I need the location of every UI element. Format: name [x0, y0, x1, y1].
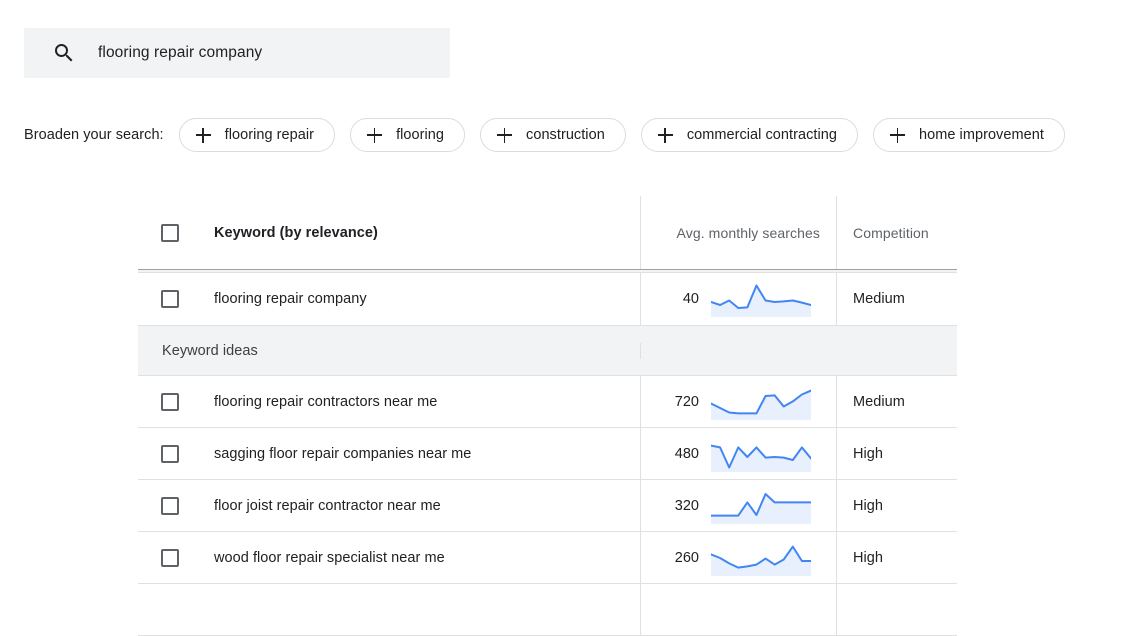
trend-sparkline: [711, 384, 811, 420]
chip-label: construction: [526, 127, 605, 143]
cell-avg-monthly-searches: 480: [641, 428, 837, 479]
table-row[interactable]: floor joist repair contractor near me 32…: [138, 480, 957, 532]
broaden-your-search: Broaden your search: flooring repair flo…: [24, 117, 1065, 153]
chip-label: commercial contracting: [686, 127, 837, 143]
trend-sparkline: [711, 281, 811, 317]
trend-sparkline: [711, 540, 811, 576]
cell-keyword: [138, 584, 641, 635]
plus-icon: [657, 127, 673, 143]
row-checkbox[interactable]: [161, 496, 179, 515]
keyword-text: sagging floor repair companies near me: [214, 445, 472, 462]
cell-avg-monthly-searches: [641, 584, 837, 635]
search-icon: [55, 44, 73, 62]
competition-value: High: [853, 497, 884, 514]
volume-value: 260: [674, 549, 699, 566]
volume-value: 40: [682, 291, 699, 307]
volume-value: 480: [674, 445, 699, 462]
header-label-keyword: Keyword (by relevance): [214, 224, 378, 241]
table-row-seed-keyword[interactable]: flooring repair company 40 Medium: [138, 273, 957, 325]
table-row[interactable]: sagging floor repair companies near me 4…: [138, 428, 957, 480]
cell-avg-monthly-searches: 320: [641, 480, 837, 531]
cell-keyword: flooring repair contractors near me: [138, 376, 641, 427]
keyword-text: flooring repair company: [214, 291, 367, 307]
cell-competition: [837, 584, 957, 635]
table-header-row: Keyword (by relevance) Avg. monthly sear…: [138, 196, 957, 269]
table-row-partial[interactable]: [138, 584, 957, 636]
search-input[interactable]: [98, 44, 428, 62]
header-label-volume: Avg. monthly searches: [676, 224, 820, 241]
chip-label: home improvement: [919, 127, 1044, 143]
row-checkbox[interactable]: [161, 290, 179, 308]
volume-value: 720: [674, 393, 699, 410]
cell-competition: High: [837, 532, 957, 583]
table-row[interactable]: flooring repair contractors near me 720 …: [138, 376, 957, 428]
cell-competition: Medium: [837, 273, 957, 325]
broaden-chip-home-improvement[interactable]: home improvement: [873, 118, 1065, 152]
cell-keyword: floor joist repair contractor near me: [138, 480, 641, 531]
header-cell-keyword: Keyword (by relevance): [138, 196, 641, 269]
section-cell-label: Keyword ideas: [138, 342, 641, 359]
row-checkbox[interactable]: [161, 392, 179, 411]
cell-keyword: sagging floor repair companies near me: [138, 428, 641, 479]
cell-avg-monthly-searches: 40: [641, 273, 837, 325]
cell-keyword: wood floor repair specialist near me: [138, 532, 641, 583]
competition-value: High: [853, 445, 884, 462]
header-cell-competition: Competition: [837, 196, 957, 269]
plus-icon: [497, 127, 513, 143]
trend-sparkline: [711, 488, 811, 524]
volume-value: 320: [674, 497, 699, 514]
cell-avg-monthly-searches: 260: [641, 532, 837, 583]
broaden-chip-construction[interactable]: construction: [480, 118, 626, 152]
broaden-chip-flooring-repair[interactable]: flooring repair: [178, 118, 336, 152]
keyword-text: wood floor repair specialist near me: [214, 549, 445, 566]
section-header-keyword-ideas: Keyword ideas: [138, 325, 957, 376]
row-checkbox[interactable]: [161, 548, 179, 567]
broaden-chip-flooring[interactable]: flooring: [350, 118, 466, 152]
plus-icon: [890, 127, 905, 143]
section-label: Keyword ideas: [162, 342, 258, 359]
search-bar[interactable]: [24, 28, 450, 78]
chip-label: flooring: [396, 127, 445, 143]
table-body: flooring repair company 40 Medium Keywor…: [138, 273, 957, 636]
broaden-chip-commercial-contracting[interactable]: commercial contracting: [640, 118, 858, 152]
plus-icon: [367, 127, 383, 143]
competition-value: High: [853, 549, 884, 566]
cell-keyword: flooring repair company: [138, 273, 641, 325]
header-cell-avg-monthly-searches: Avg. monthly searches: [641, 196, 837, 269]
keyword-text: floor joist repair contractor near me: [214, 497, 441, 514]
table-header: Keyword (by relevance) Avg. monthly sear…: [138, 196, 957, 273]
keyword-ideas-table: Keyword (by relevance) Avg. monthly sear…: [138, 196, 957, 636]
row-checkbox[interactable]: [161, 444, 179, 463]
trend-sparkline: [711, 436, 811, 472]
keyword-text: flooring repair contractors near me: [214, 393, 438, 410]
chip-label: flooring repair: [224, 127, 315, 143]
cell-competition: Medium: [837, 376, 957, 427]
select-all-checkbox[interactable]: [161, 223, 179, 242]
header-label-competition: Competition: [853, 224, 929, 241]
competition-value: Medium: [853, 291, 905, 307]
cell-competition: High: [837, 428, 957, 479]
cell-competition: High: [837, 480, 957, 531]
competition-value: Medium: [853, 393, 905, 410]
plus-icon: [195, 127, 211, 143]
table-row[interactable]: wood floor repair specialist near me 260…: [138, 532, 957, 584]
cell-avg-monthly-searches: 720: [641, 376, 837, 427]
broaden-label: Broaden your search:: [24, 127, 164, 143]
